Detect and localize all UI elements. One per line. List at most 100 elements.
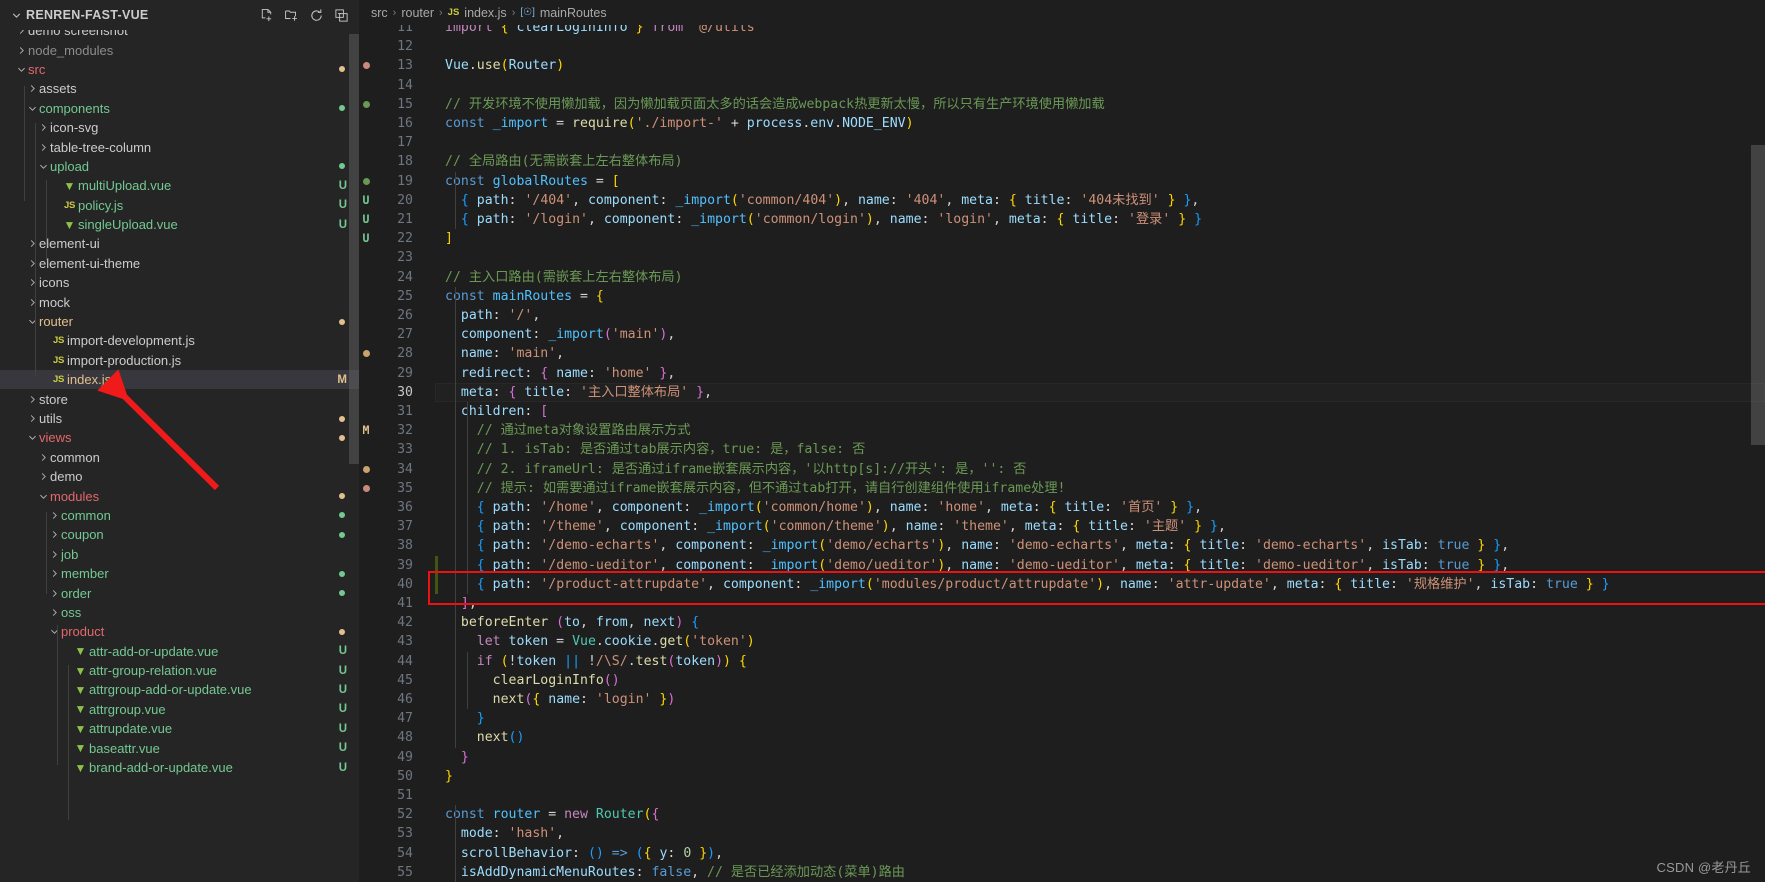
code-line-55[interactable]: isAddDynamicMenuRoutes: false, // 是否已经添加… bbox=[435, 863, 1765, 882]
chevron-right-icon[interactable] bbox=[26, 238, 39, 249]
collapse-all-icon[interactable] bbox=[331, 5, 351, 25]
tree-item-member[interactable]: member bbox=[0, 564, 359, 583]
code-line-26[interactable]: path: '/', bbox=[435, 306, 1765, 325]
code-line-38[interactable]: { path: '/demo-echarts', component: _imp… bbox=[435, 536, 1765, 555]
tree-item-job[interactable]: job bbox=[0, 545, 359, 564]
chevron-down-icon[interactable] bbox=[26, 103, 39, 114]
chevron-right-icon[interactable] bbox=[15, 45, 28, 56]
tree-item-order[interactable]: order bbox=[0, 583, 359, 602]
new-file-icon[interactable] bbox=[256, 5, 276, 25]
tree-item-table-tree-column[interactable]: table-tree-column bbox=[0, 137, 359, 156]
code-line-23[interactable] bbox=[435, 248, 1765, 267]
tree-item-import-production-js[interactable]: JS import-production.js bbox=[0, 351, 359, 370]
chevron-right-icon[interactable] bbox=[48, 549, 61, 560]
code-line-11[interactable]: import { clearLoginInfo } from '@/utils' bbox=[435, 25, 1765, 37]
chevron-right-icon[interactable] bbox=[26, 258, 39, 269]
code-line-24[interactable]: // 主入口路由(需嵌套上左右整体布局) bbox=[435, 268, 1765, 287]
tree-item-attr-group-relation-vue[interactable]: ▼ attr-group-relation.vue U bbox=[0, 661, 359, 680]
tree-item-icons[interactable]: icons bbox=[0, 273, 359, 292]
code-line-51[interactable] bbox=[435, 786, 1765, 805]
tree-item-brand-add-or-update-vue[interactable]: ▼ brand-add-or-update.vue U bbox=[0, 758, 359, 777]
code-line-52[interactable]: const router = new Router({ bbox=[435, 805, 1765, 824]
tree-item-views[interactable]: views bbox=[0, 428, 359, 447]
tree-item-router[interactable]: router bbox=[0, 312, 359, 331]
code-line-46[interactable]: next({ name: 'login' }) bbox=[435, 690, 1765, 709]
code-line-16[interactable]: const _import = require('./import-' + pr… bbox=[435, 114, 1765, 133]
code-line-30[interactable]: meta: { title: '主入口整体布局' }, bbox=[435, 382, 1765, 402]
tree-item-attr-add-or-update-vue[interactable]: ▼ attr-add-or-update.vue U bbox=[0, 642, 359, 661]
code-line-44[interactable]: if (!token || !/\S/.test(token)) { bbox=[435, 652, 1765, 671]
new-folder-icon[interactable] bbox=[281, 5, 301, 25]
tree-item-element-ui-theme[interactable]: element-ui-theme bbox=[0, 254, 359, 273]
editor-scrollbar[interactable] bbox=[1751, 25, 1765, 882]
tree-item-attrgroup-vue[interactable]: ▼ attrgroup.vue U bbox=[0, 700, 359, 719]
code-line-36[interactable]: { path: '/home', component: _import('com… bbox=[435, 498, 1765, 517]
code-line-13[interactable]: Vue.use(Router) bbox=[435, 56, 1765, 75]
breadcrumb-item-index-js[interactable]: JS index.js bbox=[448, 6, 507, 20]
tree-item-components[interactable]: components bbox=[0, 99, 359, 118]
chevron-right-icon[interactable] bbox=[48, 588, 61, 599]
chevron-right-icon[interactable] bbox=[37, 142, 50, 153]
code-line-40[interactable]: { path: '/product-attrupdate', component… bbox=[435, 575, 1765, 594]
chevron-right-icon[interactable] bbox=[37, 471, 50, 482]
code-line-45[interactable]: clearLoginInfo() bbox=[435, 671, 1765, 690]
code-line-35[interactable]: // 提示: 如需要通过iframe嵌套展示内容，但不通过tab打开，请自行创建… bbox=[435, 479, 1765, 498]
tree-item-modules[interactable]: modules bbox=[0, 486, 359, 505]
tree-item-src[interactable]: src bbox=[0, 60, 359, 79]
tree-item-node-modules[interactable]: node_modules bbox=[0, 40, 359, 59]
code-line-53[interactable]: mode: 'hash', bbox=[435, 824, 1765, 843]
code-line-20[interactable]: { path: '/404', component: _import('comm… bbox=[435, 191, 1765, 210]
breadcrumb-item-mainroutes[interactable]: [☉] mainRoutes bbox=[520, 6, 606, 20]
chevron-right-icon[interactable] bbox=[48, 529, 61, 540]
explorer-section-header[interactable]: RENREN-FAST-VUE bbox=[0, 0, 359, 30]
code-editor[interactable]: UUUM 11 12 13 14 15 16 17 18 19 20 21 22 23 24 25 26 27 2… bbox=[359, 25, 1765, 882]
code-line-25[interactable]: const mainRoutes = { bbox=[435, 287, 1765, 306]
chevron-down-icon[interactable] bbox=[48, 626, 61, 637]
tree-item-attrgroup-add-or-update-vue[interactable]: ▼ attrgroup-add-or-update.vue U bbox=[0, 680, 359, 699]
chevron-down-icon[interactable] bbox=[15, 64, 28, 75]
tree-item-common[interactable]: common bbox=[0, 448, 359, 467]
tree-item-singleupload-vue[interactable]: ▼ singleUpload.vue U bbox=[0, 215, 359, 234]
tree-item-import-development-js[interactable]: JS import-development.js bbox=[0, 331, 359, 350]
tree-item-oss[interactable]: oss bbox=[0, 603, 359, 622]
code-line-31[interactable]: children: [ bbox=[435, 402, 1765, 421]
tree-item-icon-svg[interactable]: icon-svg bbox=[0, 118, 359, 137]
code-line-18[interactable]: // 全局路由(无需嵌套上左右整体布局) bbox=[435, 152, 1765, 171]
breadcrumb-item-src[interactable]: src bbox=[371, 6, 388, 20]
tree-item-product[interactable]: product bbox=[0, 622, 359, 641]
code-line-19[interactable]: const globalRoutes = [ bbox=[435, 172, 1765, 191]
tree-item-mock[interactable]: mock bbox=[0, 292, 359, 311]
chevron-right-icon[interactable] bbox=[26, 394, 39, 405]
sidebar-scrollbar[interactable] bbox=[349, 34, 359, 464]
breadcrumb-item-router[interactable]: router bbox=[401, 6, 434, 20]
tree-item-demo[interactable]: demo bbox=[0, 467, 359, 486]
code-line-41[interactable]: ], bbox=[435, 594, 1765, 613]
code-line-34[interactable]: // 2. iframeUrl: 是否通过iframe嵌套展示内容，'以http… bbox=[435, 460, 1765, 479]
refresh-icon[interactable] bbox=[306, 5, 326, 25]
tree-item-index-js[interactable]: JS index.js M bbox=[0, 370, 359, 390]
chevron-right-icon[interactable] bbox=[48, 568, 61, 579]
code-line-27[interactable]: component: _import('main'), bbox=[435, 325, 1765, 344]
code-line-33[interactable]: // 1. isTab: 是否通过tab展示内容，true: 是，false: … bbox=[435, 440, 1765, 459]
tree-item-upload[interactable]: upload bbox=[0, 157, 359, 176]
code-line-21[interactable]: { path: '/login', component: _import('co… bbox=[435, 210, 1765, 229]
code-line-12[interactable] bbox=[435, 37, 1765, 56]
code-line-28[interactable]: name: 'main', bbox=[435, 344, 1765, 363]
chevron-right-icon[interactable] bbox=[37, 452, 50, 463]
tree-item-coupon[interactable]: coupon bbox=[0, 525, 359, 544]
chevron-right-icon[interactable] bbox=[48, 510, 61, 521]
tree-item-policy-js[interactable]: JS policy.js U bbox=[0, 196, 359, 215]
code-line-22[interactable]: ] bbox=[435, 229, 1765, 248]
chevron-down-icon[interactable] bbox=[10, 9, 23, 22]
chevron-down-icon[interactable] bbox=[37, 161, 50, 172]
code-line-50[interactable]: } bbox=[435, 767, 1765, 786]
chevron-down-icon[interactable] bbox=[37, 491, 50, 502]
tree-item-assets[interactable]: assets bbox=[0, 79, 359, 98]
chevron-right-icon[interactable] bbox=[37, 122, 50, 133]
code-line-17[interactable] bbox=[435, 133, 1765, 152]
code-line-15[interactable]: // 开发环境不使用懒加载，因为懒加载页面太多的话会造成webpack热更新太慢… bbox=[435, 95, 1765, 114]
breadcrumb[interactable]: src › router › JS index.js › [☉] mainRoutes bbox=[359, 0, 1765, 25]
chevron-right-icon[interactable] bbox=[26, 277, 39, 288]
tree-item-attrupdate-vue[interactable]: ▼ attrupdate.vue U bbox=[0, 719, 359, 738]
chevron-right-icon[interactable] bbox=[26, 297, 39, 308]
